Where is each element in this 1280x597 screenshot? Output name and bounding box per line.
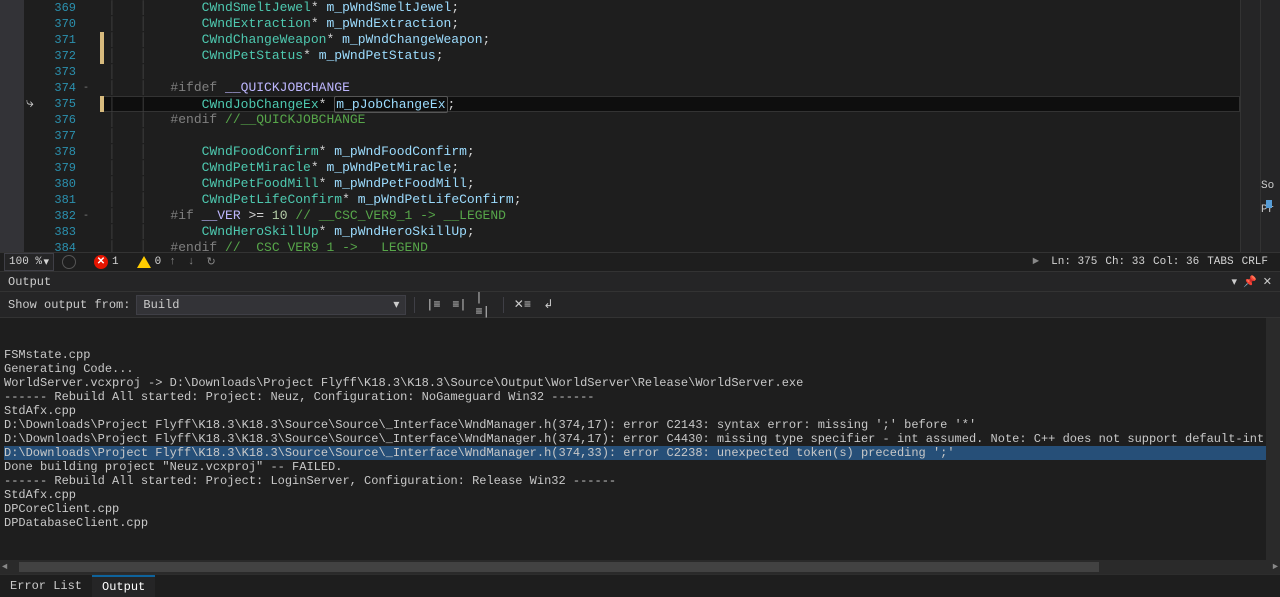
status-crlf[interactable]: CRLF xyxy=(1242,256,1268,268)
output-hscroll[interactable]: ◄► xyxy=(0,560,1280,574)
status-tabs[interactable]: TABS xyxy=(1207,256,1233,268)
output-header[interactable]: Output ▾ 📌 ✕ xyxy=(0,272,1280,292)
tab-error-list[interactable]: Error List xyxy=(0,575,92,596)
editor-scrollbar[interactable] xyxy=(1240,0,1260,252)
word-wrap-icon[interactable]: ↲ xyxy=(538,295,558,315)
clear-all-icon[interactable]: ✕≡ xyxy=(512,295,532,315)
pin-icon[interactable]: 📌 xyxy=(1243,275,1257,289)
output-title: Output xyxy=(8,275,51,289)
output-text[interactable]: FSMstate.cppGenerating Code...WorldServe… xyxy=(0,318,1280,560)
editor-gutter: 369370371372373374-⤷37537637737837938038… xyxy=(24,0,104,252)
tab-output[interactable]: Output xyxy=(92,575,155,597)
side-tool-tabs[interactable]: So Pr xyxy=(1260,0,1280,252)
nav-sync-icon[interactable]: ↻ xyxy=(202,255,219,269)
output-panel: Output ▾ 📌 ✕ Show output from: Build▾ |≡… xyxy=(0,271,1280,596)
warning-count: 0 xyxy=(155,256,162,268)
code-editor[interactable]: 369370371372373374-⤷37537637737837938038… xyxy=(0,0,1280,252)
editor-code-area[interactable]: │ │ CWndSmeltJewel* m_pWndSmeltJewel;│ │… xyxy=(104,0,1240,252)
health-icon xyxy=(62,255,76,269)
output-vscroll[interactable] xyxy=(1266,318,1280,560)
warning-icon[interactable] xyxy=(137,256,151,268)
status-col: Col: 36 xyxy=(1153,256,1199,268)
output-toolbar: Show output from: Build▾ |≡ ≡| |≡| ✕≡ ↲ xyxy=(0,292,1280,318)
status-char: Ch: 33 xyxy=(1105,256,1145,268)
nav-up-icon[interactable]: ↑ xyxy=(165,256,180,268)
bottom-tab-strip: Error List Output xyxy=(0,574,1280,596)
side-tab-solution[interactable]: So xyxy=(1261,180,1280,192)
scroll-right-icon[interactable]: ► xyxy=(1029,256,1044,268)
error-icon[interactable]: ✕ xyxy=(94,255,108,269)
output-source-select[interactable]: Build▾ xyxy=(136,295,406,315)
close-icon[interactable]: ✕ xyxy=(1263,275,1272,289)
indent-right-icon[interactable]: |≡| xyxy=(475,295,495,315)
window-position-icon[interactable]: ▾ xyxy=(1232,275,1238,289)
indent-mid-icon[interactable]: ≡| xyxy=(449,295,469,315)
output-source-label: Show output from: xyxy=(8,298,130,312)
zoom-dropdown[interactable]: 100 %▾ xyxy=(4,253,54,271)
indent-left-icon[interactable]: |≡ xyxy=(423,295,443,315)
editor-status-bar: 100 %▾ ✕ 1 0 ↑ ↓ ↻ ► Ln: 375 Ch: 33 Col:… xyxy=(0,252,1280,271)
status-line: Ln: 375 xyxy=(1051,256,1097,268)
error-count: 1 xyxy=(112,256,119,268)
nav-down-icon[interactable]: ↓ xyxy=(184,256,199,268)
